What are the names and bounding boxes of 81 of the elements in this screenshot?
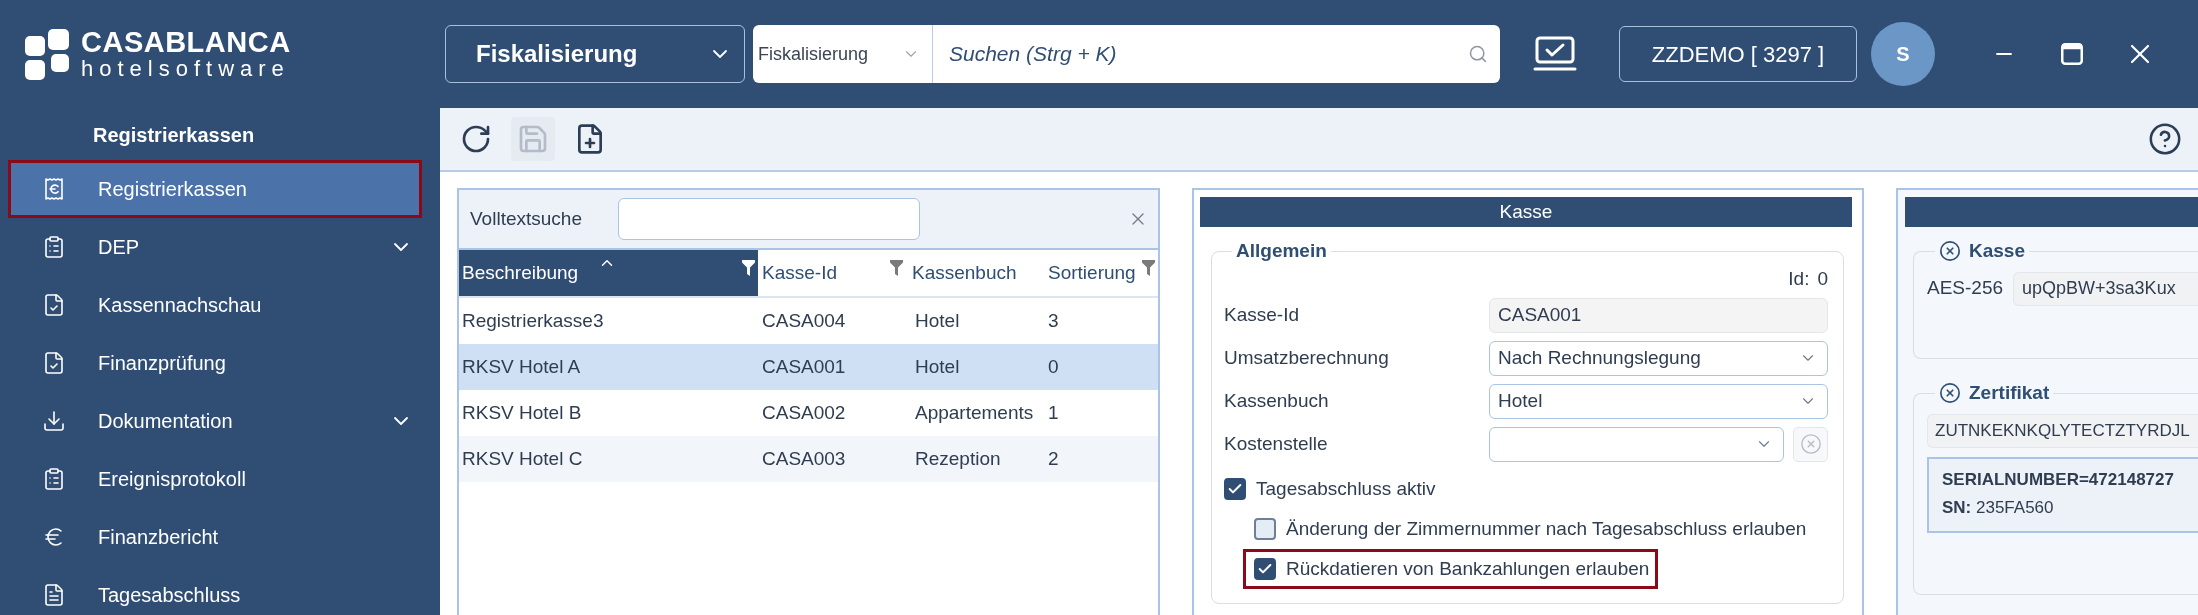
maximize-icon[interactable]	[2061, 43, 2083, 65]
checkbox[interactable]	[1254, 517, 1276, 540]
field-label: Umsatzberechnung	[1224, 345, 1390, 370]
table-cell-text: CASA003	[762, 446, 846, 471]
table-cell-text: Hotel	[915, 308, 960, 333]
refresh-icon	[460, 123, 492, 155]
table-cell-text: CASA002	[762, 400, 846, 425]
receipt-euro-icon	[42, 177, 66, 201]
table-cell-text: 0	[1048, 354, 1059, 379]
logo-tagline: hotelsoftware	[81, 57, 291, 81]
module-dropdown[interactable]: Fiskalisierung	[445, 25, 745, 83]
certificate-subject: SERIALNUMBER=472148727	[1942, 468, 2175, 491]
document-icon	[42, 583, 66, 607]
field-label: Kassenbuch	[1224, 388, 1330, 413]
checkbox-label: Rückdatieren von Bankzahlungen erlauben	[1286, 556, 1650, 581]
field-label: Kasse-Id	[1224, 302, 1300, 327]
checkbox[interactable]	[1254, 557, 1276, 580]
laptop-check-icon[interactable]	[1533, 36, 1577, 72]
select-field[interactable]	[1489, 426, 1784, 462]
search-input[interactable]: Suchen (Strg + K)	[933, 25, 1500, 83]
checkbox[interactable]	[1224, 477, 1246, 500]
table-cell-text: RKSV Hotel B	[462, 400, 582, 425]
section-title: Kasse	[1969, 239, 2025, 263]
field-label: AES-256	[1927, 276, 2004, 301]
checkbox-label: Tagesabschluss aktiv	[1256, 476, 1436, 501]
save-icon	[517, 123, 549, 155]
panel-header: Kasse	[1200, 197, 1852, 227]
nav-item[interactable]: Finanzprüfung	[8, 334, 422, 392]
help-icon	[2148, 122, 2182, 156]
table-cell-text: Hotel	[915, 354, 960, 379]
text-field[interactable]: CASA001	[1489, 297, 1828, 333]
select-field[interactable]: Nach Rechnungslegung	[1489, 340, 1828, 376]
nav-item[interactable]: DEP	[8, 218, 422, 276]
table-cell-text: Rezeption	[915, 446, 1001, 471]
table-cell-text: RKSV Hotel C	[462, 446, 583, 471]
select-field[interactable]: Hotel	[1489, 383, 1828, 419]
column-header[interactable]: Beschreibung	[459, 250, 758, 296]
x-circle-icon	[1799, 433, 1822, 455]
certificate-serial: SN: 235FA560	[1942, 496, 2055, 519]
text-field[interactable]: upQpBW+3sa3Kux	[2013, 271, 2198, 306]
search-scope-dropdown[interactable]: Fiskalisierung	[753, 25, 933, 83]
nav-item[interactable]: Ereignisprotokoll	[8, 450, 422, 508]
id-value: 0	[1817, 267, 1828, 292]
clipboard-list-icon	[42, 235, 66, 259]
file-check-icon	[42, 351, 66, 375]
filter-icon[interactable]	[742, 260, 755, 276]
sidebar-heading: Registrierkassen	[93, 123, 256, 148]
table-cell-text: Appartements	[915, 400, 1034, 425]
nav-item[interactable]: Finanzbericht	[8, 508, 422, 566]
table-cell-text: CASA004	[762, 308, 846, 333]
logo-wordmark: CASABLANCA	[81, 27, 291, 57]
nav-item[interactable]: Registrierkassen	[8, 160, 422, 218]
table-cell-text: CASA001	[762, 354, 846, 379]
nav-item[interactable]: Dokumentation	[8, 392, 422, 450]
search-label: Volltextsuche	[470, 206, 583, 231]
id-label: Id:	[1788, 267, 1810, 292]
logo-icon	[25, 28, 69, 80]
filter-icon[interactable]	[890, 260, 903, 276]
table-cell-text: 2	[1048, 446, 1059, 471]
table-cell-text: 1	[1048, 400, 1059, 425]
table-row[interactable]: RKSV Hotel A CASA001 Hotel 0	[459, 344, 1158, 390]
text-field[interactable]: ZUTNKEKNKQLYTECTZTYRDJL	[1927, 413, 2198, 448]
nav-item[interactable]: Tagesabschluss	[8, 566, 422, 615]
client-button[interactable]: ZZDEMO [ 3297 ]	[1619, 26, 1857, 82]
file-check-icon	[42, 293, 66, 317]
x-circle-icon[interactable]	[1939, 382, 1961, 405]
clipboard-list-icon	[42, 467, 66, 491]
field-label: Kostenstelle	[1224, 431, 1329, 456]
download-icon	[42, 409, 66, 433]
search-icon[interactable]	[1468, 44, 1488, 64]
checkbox-label: Änderung der Zimmernummer nach Tagesabschluss erlauben	[1286, 516, 1807, 541]
filter-icon[interactable]	[1142, 260, 1155, 276]
search-input[interactable]	[618, 198, 920, 240]
x-circle-icon[interactable]	[1939, 240, 1961, 263]
section-title: Zertifikat	[1969, 381, 2050, 405]
nav-item[interactable]: Kassennachschau	[8, 276, 422, 334]
table-row[interactable]: RKSV Hotel C CASA003 Rezeption 2	[459, 436, 1158, 482]
table-cell-text: Registrierkasse3	[462, 308, 604, 333]
table-cell-text: RKSV Hotel A	[462, 354, 581, 379]
table-cell-text: 3	[1048, 308, 1059, 333]
section-title: Allgemein	[1235, 239, 1328, 263]
